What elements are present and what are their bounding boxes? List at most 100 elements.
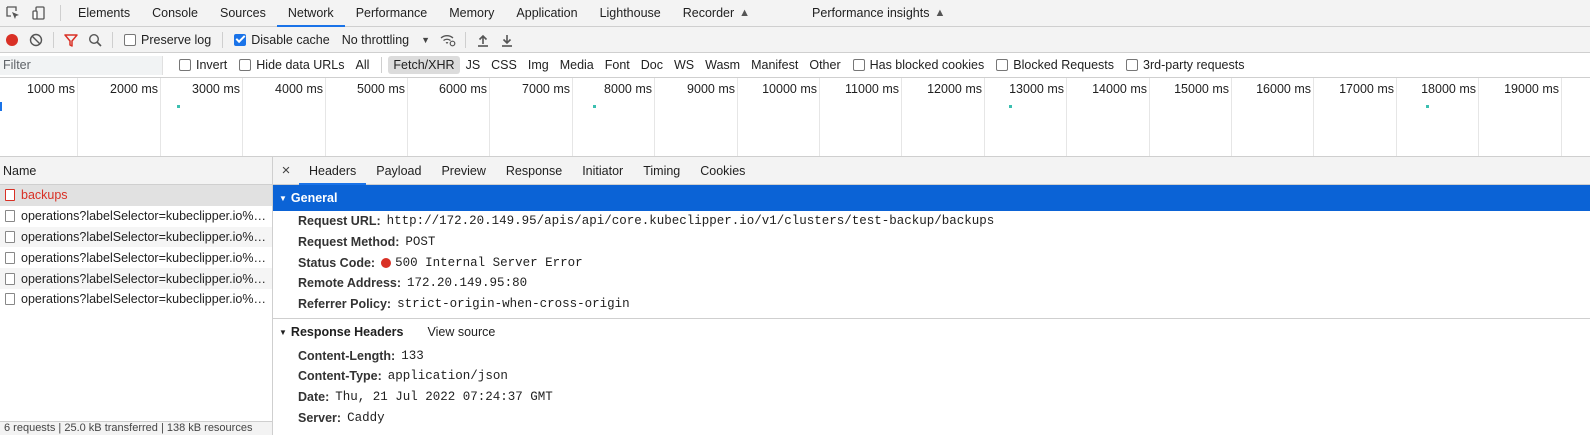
tab-preview[interactable]: Preview [431,157,495,184]
tab-label: Console [152,6,198,20]
header-key: Date: [298,390,330,405]
third-party-requests-checkbox[interactable]: 3rd-party requests [1126,58,1244,72]
tab-network[interactable]: Network [276,0,345,27]
checkbox-box[interactable] [234,33,247,46]
tab-console[interactable]: Console [141,0,209,26]
inspect-element-icon[interactable] [0,0,26,26]
request-row[interactable]: operations?labelSelector=kubeclipper.io%… [0,247,272,268]
preserve-log-checkbox[interactable]: Preserve log [124,33,211,47]
header-row-server: Server: Caddy [273,408,1590,429]
tab-performance[interactable]: Performance [345,0,439,26]
request-row[interactable]: operations?labelSelector=kubeclipper.io%… [0,206,272,227]
tab-label: Response [505,163,563,178]
network-conditions-icon[interactable] [436,28,460,52]
filter-type-manifest[interactable]: Manifest [746,56,803,74]
request-row[interactable]: backups [0,185,272,206]
blocked-requests-checkbox[interactable]: Blocked Requests [996,58,1114,72]
network-timeline-overview[interactable]: 1000 ms 2000 ms 3000 ms 4000 ms 5000 ms 6000 … [0,78,1590,157]
general-section-title: General [290,191,338,205]
network-summary-bar: 6 requests | 25.0 kB transferred | 138 k… [0,421,272,435]
filter-type-css[interactable]: CSS [486,56,522,74]
flask-icon: ▲ [739,7,751,19]
checkbox-box[interactable] [852,59,865,71]
invert-checkbox[interactable]: Invert [179,58,227,72]
tab-response[interactable]: Response [496,157,572,184]
clear-icon[interactable] [24,28,48,52]
checkbox-box[interactable] [179,59,191,71]
tab-label: Memory [449,6,495,20]
header-value: 172.20.149.95:80 [407,276,528,291]
tab-label: Application [516,6,578,20]
checkbox-box[interactable] [1126,59,1139,71]
request-row[interactable]: operations?labelSelector=kubeclipper.io%… [0,268,272,289]
filter-type-js[interactable]: JS [461,56,486,74]
request-name: operations?labelSelector=kubeclipper.io%… [21,209,272,224]
header-row-content-type: Content-Type: application/json [273,366,1590,387]
tab-performance-insights[interactable]: Performance insights ▲ [801,0,956,26]
hide-data-urls-checkbox[interactable]: Hide data URLs [239,58,345,72]
invert-label: Invert [196,58,228,72]
tab-elements[interactable]: Elements [67,0,141,26]
filter-type-fetch-xhr[interactable]: Fetch/XHR [388,56,460,74]
response-headers-section-header[interactable]: ▼ Response Headers View source [273,319,1590,345]
file-icon [5,251,15,264]
header-key: Remote Address: [298,276,402,291]
header-row-status-code: Status Code: 500 Internal Server Error [273,252,1590,273]
export-har-icon[interactable] [495,28,519,52]
header-value: 133 [401,348,424,363]
chevron-down-icon: ▼ [421,34,431,45]
close-icon[interactable]: × [273,157,299,184]
tab-application[interactable]: Application [505,0,588,26]
search-icon[interactable] [83,28,107,52]
filter-type-media[interactable]: Media [555,56,599,74]
checkbox-box[interactable] [239,59,252,71]
throttling-select[interactable]: No throttling ▼ [342,33,430,47]
filter-input[interactable] [0,55,163,75]
tab-label: Performance insights [812,6,930,20]
tab-headers[interactable]: Headers [299,157,367,185]
tab-timing[interactable]: Timing [633,157,690,184]
timeline-request-marker [593,105,596,108]
tab-memory[interactable]: Memory [438,0,505,26]
header-row-request-url: Request URL: http://172.20.149.95/apis/a… [273,211,1590,232]
tab-cookies[interactable]: Cookies [690,157,755,184]
timeline-request-marker [1426,105,1429,108]
response-headers-title: Response Headers [290,325,404,340]
view-source-link[interactable]: View source [427,325,495,339]
tab-label: Network [287,6,334,20]
checkbox-box[interactable] [996,59,1009,71]
general-section-header[interactable]: ▼ General [273,185,1590,211]
request-name: backups [21,188,68,203]
tab-recorder[interactable]: Recorder ▲ [672,0,761,26]
request-name: operations?labelSelector=kubeclipper.io%… [21,271,272,286]
filter-type-doc[interactable]: Doc [636,56,668,74]
file-icon [5,230,15,243]
tab-lighthouse[interactable]: Lighthouse [589,0,672,26]
tab-initiator[interactable]: Initiator [572,157,633,184]
name-column-header[interactable]: Name [0,157,272,185]
filter-type-other[interactable]: Other [804,56,845,74]
checkbox-box[interactable] [124,33,136,46]
filter-type-font[interactable]: Font [600,56,635,74]
record-icon[interactable] [0,28,24,52]
header-value: POST [405,235,436,250]
toolbar-separator [465,31,467,48]
filter-type-img[interactable]: Img [523,56,554,74]
request-name: operations?labelSelector=kubeclipper.io%… [21,250,272,265]
header-key: Content-Type: [298,369,382,384]
header-value: 500 Internal Server Error [395,255,583,270]
filter-type-wasm[interactable]: Wasm [700,56,745,74]
tab-label: Sources [219,6,266,20]
filter-type-ws[interactable]: WS [669,56,699,74]
file-icon [5,272,15,285]
tab-payload[interactable]: Payload [366,157,431,184]
has-blocked-cookies-checkbox[interactable]: Has blocked cookies [852,58,984,72]
device-toolbar-icon[interactable] [26,0,52,26]
tab-sources[interactable]: Sources [209,0,277,26]
request-row[interactable]: operations?labelSelector=kubeclipper.io%… [0,226,272,248]
filter-type-all[interactable]: All [351,56,375,74]
filter-icon[interactable] [59,28,83,52]
import-har-icon[interactable] [471,28,495,52]
request-row[interactable]: operations?labelSelector=kubeclipper.io%… [0,289,272,310]
disable-cache-checkbox[interactable]: Disable cache [234,33,330,47]
